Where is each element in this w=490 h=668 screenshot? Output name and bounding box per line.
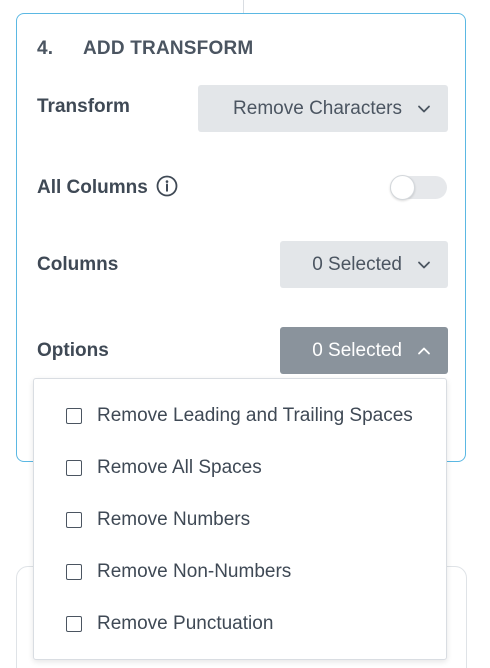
pipeline-connector [243, 0, 244, 13]
checkbox[interactable] [66, 512, 82, 528]
chevron-down-icon [418, 261, 430, 268]
step-title-text: ADD TRANSFORM [83, 38, 254, 59]
step-title: 4. ADD TRANSFORM [37, 38, 253, 60]
checkbox[interactable] [66, 564, 82, 580]
options-label: Options [37, 340, 109, 361]
toggle-knob [390, 175, 415, 200]
option-remove-punctuation[interactable]: Remove Punctuation [66, 613, 273, 635]
checkbox[interactable] [66, 460, 82, 476]
chevron-down-icon [418, 105, 430, 112]
transform-dropdown[interactable]: Remove Characters [198, 85, 448, 132]
option-remove-leading-trailing-spaces[interactable]: Remove Leading and Trailing Spaces [66, 405, 413, 427]
transform-label: Transform [37, 96, 130, 117]
all-columns-toggle[interactable] [390, 175, 447, 200]
option-label: Remove Non-Numbers [97, 561, 292, 582]
all-columns-row: All Columns [37, 175, 178, 199]
step-number: 4. [37, 38, 54, 59]
columns-dropdown[interactable]: 0 Selected [280, 241, 448, 288]
option-remove-non-numbers[interactable]: Remove Non-Numbers [66, 561, 291, 583]
transform-dropdown-value: Remove Characters [233, 97, 402, 119]
chevron-up-icon [418, 347, 430, 354]
option-label: Remove Leading and Trailing Spaces [97, 405, 413, 426]
all-columns-label: All Columns [37, 177, 148, 198]
options-dropdown-value: 0 Selected [312, 339, 402, 361]
options-dropdown-menu: Remove Leading and Trailing Spaces Remov… [33, 378, 447, 660]
option-label: Remove Punctuation [97, 613, 274, 634]
columns-label: Columns [37, 254, 119, 275]
checkbox[interactable] [66, 616, 82, 632]
options-dropdown[interactable]: 0 Selected [280, 327, 448, 374]
columns-dropdown-value: 0 Selected [312, 253, 402, 275]
option-remove-all-spaces[interactable]: Remove All Spaces [66, 457, 262, 479]
option-label: Remove Numbers [97, 509, 251, 530]
info-icon[interactable] [156, 175, 178, 197]
option-remove-numbers[interactable]: Remove Numbers [66, 509, 250, 531]
option-label: Remove All Spaces [97, 457, 262, 478]
page: 4. ADD TRANSFORM Transform Remove Charact… [0, 0, 490, 668]
checkbox[interactable] [66, 408, 82, 424]
